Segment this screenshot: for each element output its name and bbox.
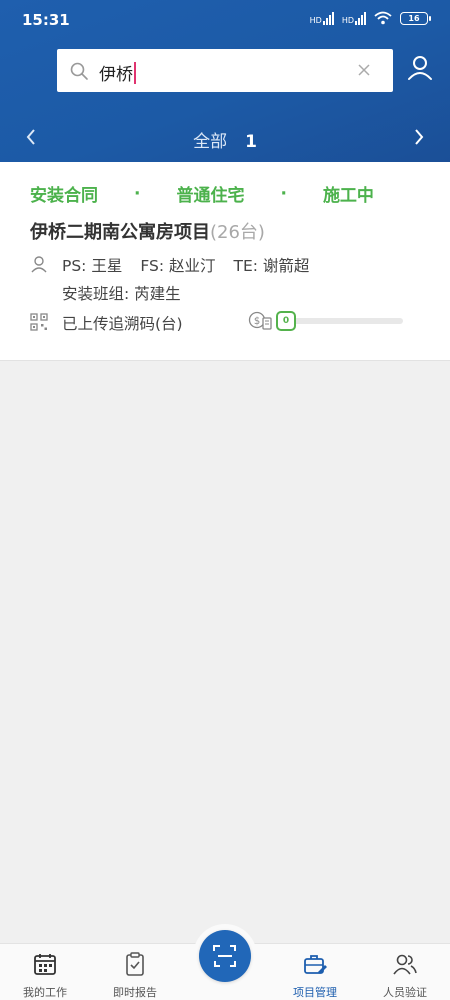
signal-icon-2: HD	[341, 11, 366, 25]
status-time: 15:31	[22, 11, 70, 29]
project-title: 伊桥二期南公寓房项目(26台)	[30, 218, 265, 244]
tab-label: 即时报告	[113, 986, 157, 999]
briefcase-edit-icon	[304, 955, 327, 974]
tab-project-management[interactable]: 项目管理	[270, 944, 360, 1000]
svg-text:$: $	[254, 316, 260, 327]
people-icon	[393, 954, 417, 975]
search-value: 伊桥	[99, 65, 133, 85]
category-name: 全部	[193, 132, 228, 152]
staff-te: TE: 谢箭超	[233, 257, 310, 275]
scan-icon	[213, 945, 236, 967]
tag-status: 施工中	[322, 186, 374, 206]
category-nav: 全部 1	[0, 118, 450, 158]
clear-icon[interactable]	[355, 61, 373, 79]
chevron-right-icon[interactable]	[408, 124, 430, 150]
money-icon: $	[248, 311, 272, 330]
header: 15:31 HD HD 16 伊桥 全部 1	[0, 0, 450, 162]
upload-progress: 0	[276, 311, 404, 331]
staff-line: PS: 王星 FS: 赵业汀 TE: 谢箭超	[62, 254, 327, 276]
tag-separator: ·	[134, 183, 141, 204]
search-input[interactable]: 伊桥	[99, 60, 136, 85]
search-box[interactable]: 伊桥	[57, 49, 393, 92]
tag-type: 普通住宅	[176, 186, 245, 206]
category-label: 全部 1	[0, 127, 450, 152]
status-bar: 15:31 HD HD 16	[0, 0, 450, 40]
user-profile-icon[interactable]	[405, 53, 435, 83]
progress-count: 0	[276, 311, 296, 331]
trace-code-label: 已上传追溯码(台)	[62, 315, 183, 333]
tab-label: 我的工作	[23, 986, 67, 999]
wifi-icon	[374, 11, 392, 25]
scan-button[interactable]	[199, 930, 251, 982]
qr-code-icon	[30, 313, 48, 331]
search-icon	[70, 62, 88, 80]
project-card[interactable]: 安装合同 · 普通住宅 · 施工中 伊桥二期南公寓房项目(26台) PS: 王星…	[0, 162, 450, 361]
tab-label: 人员验证	[383, 986, 427, 999]
signal-icon: HD	[309, 11, 334, 25]
battery-icon: 16	[400, 11, 431, 25]
status-icons: HD HD 16	[309, 11, 431, 25]
progress-track	[284, 318, 403, 324]
project-name: 伊桥二期南公寓房项目	[30, 222, 210, 243]
tag-separator: ·	[280, 183, 287, 204]
project-units: (26台)	[210, 222, 265, 243]
clipboard-check-icon	[126, 952, 144, 976]
tag-contract: 安装合同	[30, 186, 98, 206]
text-caret	[134, 62, 136, 84]
calendar-icon	[34, 954, 56, 975]
tab-personnel-verify[interactable]: 人员验证	[360, 944, 450, 1000]
tab-label: 项目管理	[293, 986, 337, 999]
tab-instant-report[interactable]: 即时报告	[90, 944, 180, 1000]
install-team: 安装班组: 芮建生	[62, 285, 181, 303]
category-count: 1	[245, 132, 257, 152]
person-icon	[31, 256, 47, 273]
signal-1-label: HD	[309, 15, 322, 25]
staff-fs: FS: 赵业汀	[140, 257, 216, 275]
battery-level: 16	[408, 13, 420, 23]
signal-2-label: HD	[341, 15, 354, 25]
staff-ps: PS: 王星	[62, 257, 123, 275]
tab-my-work[interactable]: 我的工作	[0, 944, 90, 1000]
project-tags: 安装合同 · 普通住宅 · 施工中	[30, 181, 374, 207]
